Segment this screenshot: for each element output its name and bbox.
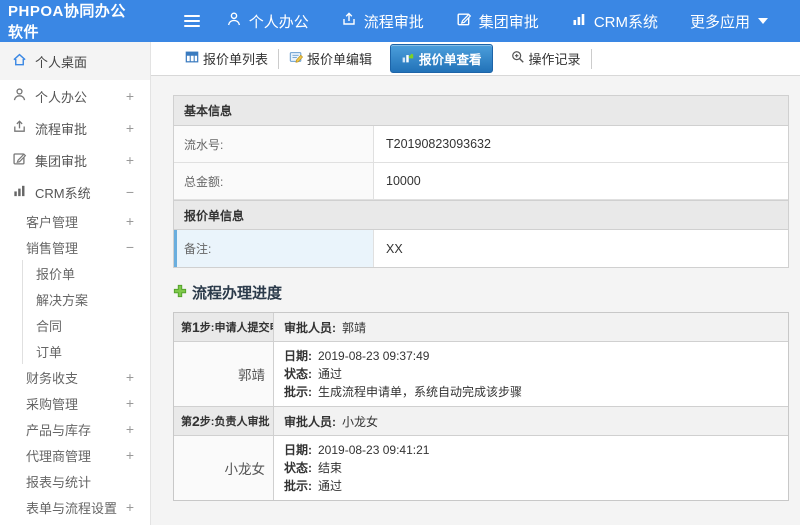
hamburger-menu-icon[interactable] [183, 15, 200, 27]
green-plus-icon [173, 284, 187, 302]
field-row-serial-number: 流水号: T20190823093632 [174, 126, 788, 163]
flow-icon [341, 11, 364, 31]
sidebar-item-crm[interactable]: CRM系统 − [0, 176, 150, 208]
quotation-detail-table: 基本信息 流水号: T20190823093632 总金额: 10000 报价单… [173, 95, 789, 268]
topnav-crm[interactable]: CRM系统 [571, 11, 658, 32]
topnav-more-apps[interactable]: 更多应用 [690, 11, 768, 32]
workflow-progress-heading: 流程办理进度 [173, 282, 789, 303]
app-logo: PHPOA协同办公软件 [8, 3, 126, 41]
sidebar-item-agent-mgmt[interactable]: 代理商管理 + [0, 442, 150, 468]
sidebar-item-group-approval[interactable]: 集团审批 + [0, 144, 150, 176]
field-label: 总金额: [174, 163, 374, 199]
bar-chart-icon [571, 11, 594, 31]
field-label: 备注: [174, 230, 374, 267]
workflow-step-2-detail: 小龙女 日期: 2019-08-23 09:41:21 状态: 结束 批示: 通过 [174, 436, 788, 500]
topnav-workflow-approval[interactable]: 流程审批 [341, 11, 424, 32]
field-value: 10000 [386, 174, 421, 188]
edit-icon [12, 151, 27, 169]
sidebar-item-finance[interactable]: 财务收支 + [0, 364, 150, 390]
approval-detail: 日期: 2019-08-23 09:37:49 状态: 通过 批示: 生成流程申请单，… [274, 342, 788, 406]
tab-quotation-view[interactable]: 报价单查看 [390, 44, 493, 73]
user-icon [226, 11, 249, 31]
top-header: PHPOA协同办公软件 个人办公 流程审批 集团审批 CRM系统 更多应用 [0, 0, 800, 42]
section-title-quotation-info: 报价单信息 [174, 200, 788, 230]
step-title: 第 2 步:负责人审批 [174, 407, 274, 435]
sidebar-item-sales-mgmt[interactable]: 销售管理 − [0, 234, 150, 260]
flow-icon [12, 119, 27, 137]
tab-operation-log[interactable]: 操作记录 [501, 48, 592, 69]
step-approver: 审批人员: 小龙女 [274, 407, 788, 435]
topnav-personal-office[interactable]: 个人办公 [226, 11, 309, 32]
field-value: XX [386, 241, 403, 256]
approval-detail: 日期: 2019-08-23 09:41:21 状态: 结束 批示: 通过 [274, 436, 788, 500]
user-icon [12, 87, 27, 105]
tab-quotation-list[interactable]: 报价单列表 [175, 48, 280, 69]
sidebar-item-order[interactable]: 订单 [0, 338, 150, 364]
field-row-remark: 备注: XX [174, 230, 788, 267]
home-icon [12, 52, 27, 70]
edit-note-icon [289, 50, 304, 67]
content-area: 基本信息 流水号: T20190823093632 总金额: 10000 报价单… [151, 76, 800, 525]
workflow-step-1-detail: 郭靖 日期: 2019-08-23 09:37:49 状态: 通过 批示: 生成流程申… [174, 342, 788, 407]
topnav-group-approval[interactable]: 集团审批 [456, 11, 539, 32]
field-label: 流水号: [174, 126, 374, 162]
bar-chart-icon [12, 183, 27, 201]
sidebar: 个人桌面 个人办公 + 流程审批 + 集团审批 + CRM系统 − 客户管理 +… [0, 42, 151, 525]
tab-quotation-edit[interactable]: 报价单编辑 [279, 49, 382, 69]
sidebar-item-product-inventory[interactable]: 产品与库存 + [0, 416, 150, 442]
sidebar-item-purchase[interactable]: 采购管理 + [0, 390, 150, 416]
sidebar-item-desktop[interactable]: 个人桌面 [0, 42, 150, 80]
workflow-progress-table: 第1步:申请人提交申请 审批人员:郭靖 郭靖 日期:2019-08-23 09:… [173, 312, 789, 501]
workflow-step-1-header: 第1步:申请人提交申请 审批人员:郭靖 [174, 313, 788, 342]
sidebar-item-reports[interactable]: 报表与统计 [0, 468, 150, 494]
step-title: 第1步:申请人提交申请 [174, 313, 274, 341]
sidebar-item-contract[interactable]: 合同 [0, 312, 150, 338]
sidebar-item-form-flow-settings[interactable]: 表单与流程设置 + [0, 494, 150, 520]
field-value: T20190823093632 [386, 137, 491, 151]
approver-name: 郭靖 [174, 342, 274, 406]
table-icon [185, 50, 199, 67]
approver-name: 小龙女 [174, 436, 274, 500]
step-approver: 审批人员: 郭靖 [274, 313, 788, 341]
sidebar-item-solution[interactable]: 解决方案 [0, 286, 150, 312]
sidebar-item-quotation[interactable]: 报价单 [0, 260, 150, 286]
field-row-total-amount: 总金额: 10000 [174, 163, 788, 200]
zoom-in-icon [511, 50, 525, 67]
sidebar-item-workflow-approval[interactable]: 流程审批 + [0, 112, 150, 144]
edit-icon [456, 11, 479, 31]
workflow-step-2-header: 第 2 步:负责人审批 审批人员: 小龙女 [174, 407, 788, 436]
chevron-down-icon [758, 18, 768, 24]
sidebar-item-personal-office[interactable]: 个人办公 + [0, 80, 150, 112]
section-title-basic-info: 基本信息 [174, 96, 788, 126]
sidebar-item-customer-mgmt[interactable]: 客户管理 + [0, 208, 150, 234]
tab-bar: 报价单列表 报价单编辑 报价单查看 操作记录 [151, 42, 800, 76]
view-chart-icon [401, 51, 414, 67]
